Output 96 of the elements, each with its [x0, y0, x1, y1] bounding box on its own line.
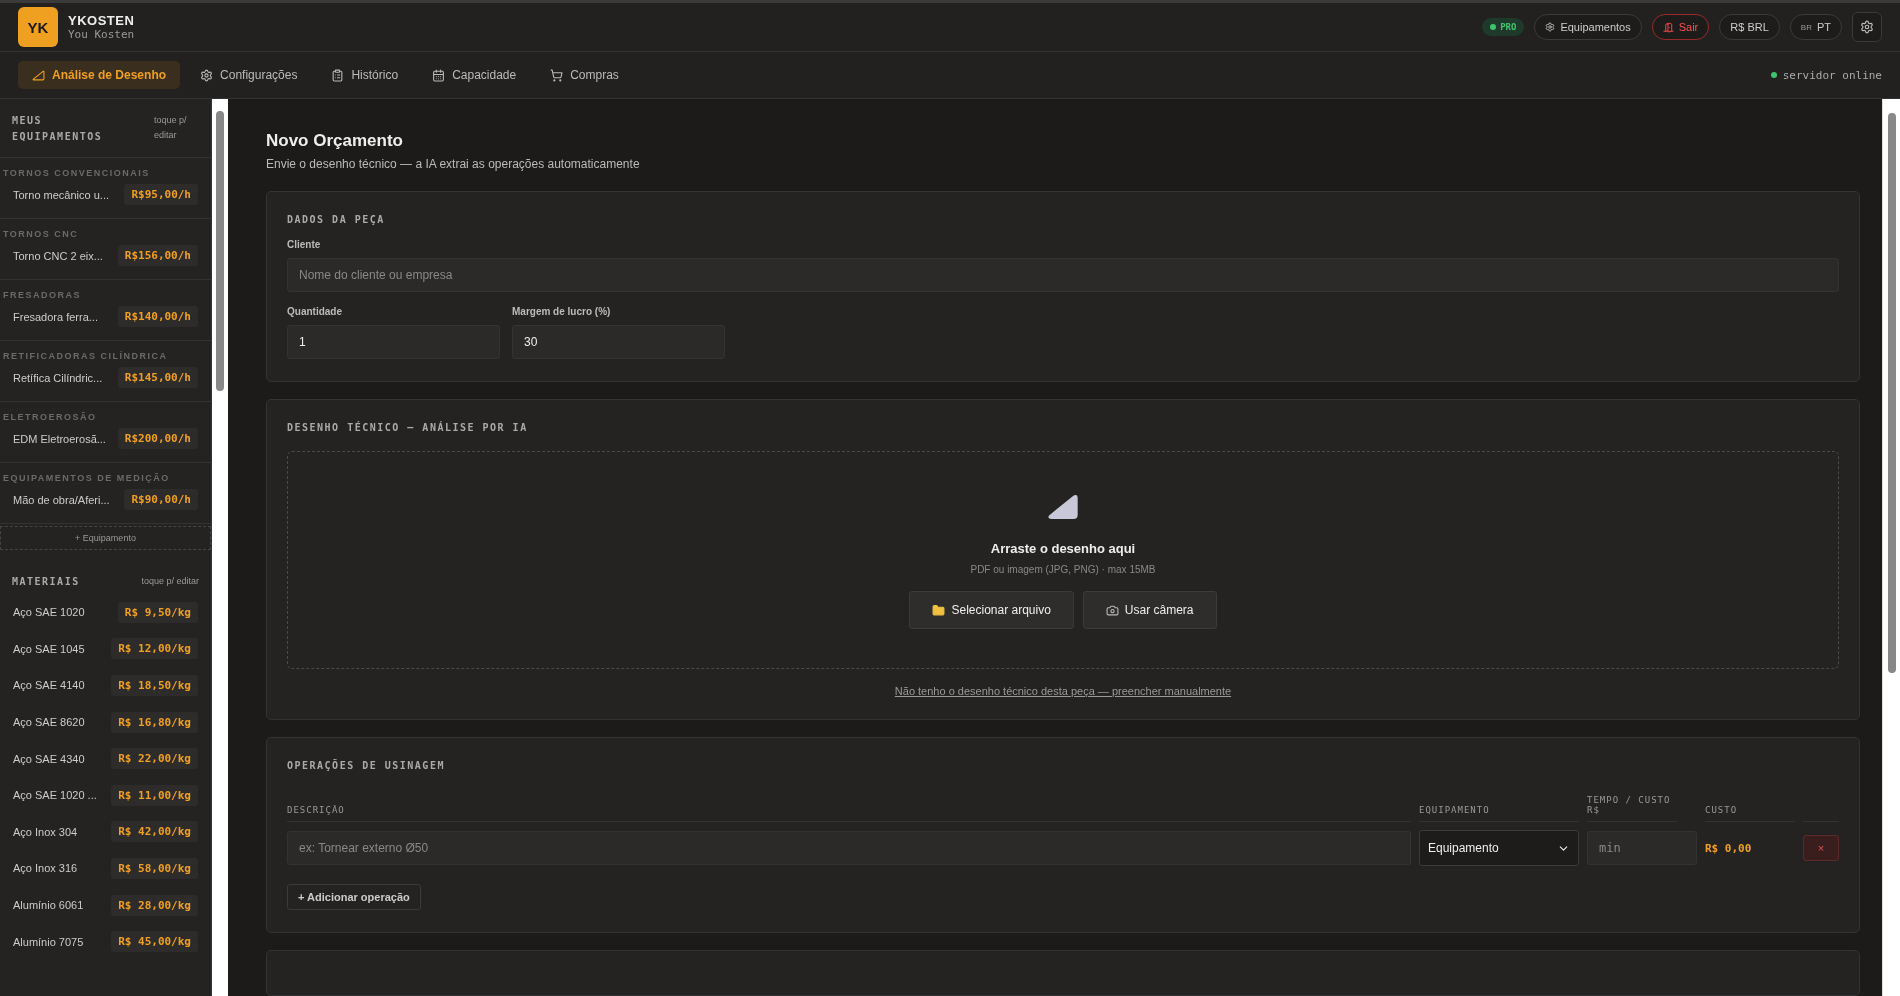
time-field[interactable]: min: [1587, 831, 1697, 865]
material-price[interactable]: R$ 45,00/kg: [111, 931, 198, 953]
sidebar-hint: toque p/ editar: [154, 114, 188, 143]
nav-tab[interactable]: Análise de Desenho: [18, 61, 181, 89]
material-price[interactable]: R$ 12,00/kg: [111, 638, 198, 660]
client-field[interactable]: Nome do cliente ou empresa: [287, 258, 1839, 292]
brand-subtitle: You Kosten: [68, 28, 135, 41]
column-header: DESCRIÇÃO: [287, 795, 1411, 822]
calendar-icon: [432, 68, 446, 82]
material-price[interactable]: R$ 18,50/kg: [111, 675, 198, 696]
clipboard-icon: [331, 68, 345, 82]
material-price[interactable]: R$ 42,00/kg: [111, 821, 198, 843]
currency-button[interactable]: R$ BRL: [1719, 14, 1780, 40]
settings-icon: [1860, 20, 1874, 34]
page-title: Novo Orçamento: [266, 131, 404, 151]
nav-tab[interactable]: Histórico: [317, 61, 413, 89]
nav-tab[interactable]: Compras: [536, 61, 633, 89]
equipment-name[interactable]: EDM Eletroerosã...: [13, 432, 106, 445]
equipment-name[interactable]: Torno mecânico u...: [13, 188, 109, 201]
gear-icon: [1545, 22, 1556, 32]
hourly-rate[interactable]: R$145,00/h: [117, 367, 198, 388]
field-label: Quantidade: [287, 306, 343, 317]
equipment-select[interactable]: Equipamento: [1419, 830, 1579, 866]
operation-cost: R$ 0,00: [1705, 841, 1753, 855]
material-name[interactable]: Aço Inox 304: [13, 825, 78, 838]
category-heading: RETIFICADORAS CILÍNDRICA: [2, 351, 169, 363]
settings-button[interactable]: [1852, 12, 1882, 42]
nav-tab[interactable]: Configurações: [186, 61, 312, 89]
add-operation-button[interactable]: + Adicionar operação: [287, 884, 421, 910]
column-header: CUSTO: [1705, 795, 1795, 822]
description-field[interactable]: ex: Tornear externo Ø50: [287, 831, 1411, 865]
material-price[interactable]: R$ 16,80/kg: [111, 711, 198, 733]
plan-badge: PRO: [1482, 18, 1525, 36]
category-heading: ELETROEROSÃO: [2, 412, 98, 424]
equipment-button[interactable]: Equipamentos: [1534, 14, 1642, 40]
nav-tab[interactable]: Capacidade: [418, 61, 531, 89]
field-label: Margem de lucro (%): [512, 306, 612, 317]
hourly-rate[interactable]: R$156,00/h: [117, 245, 198, 266]
sidebar-scrollbar[interactable]: [216, 111, 224, 391]
category-heading: TORNOS CONVENCIONAIS: [2, 168, 151, 180]
material-name[interactable]: Alumínio 6061: [13, 899, 84, 912]
hourly-rate[interactable]: R$200,00/h: [117, 428, 198, 449]
camera-icon: [1105, 603, 1119, 617]
door-icon: [1662, 21, 1674, 33]
equipment-name[interactable]: Fresadora ferra...: [13, 310, 98, 323]
column-header: EQUIPAMENTO: [1419, 795, 1579, 822]
material-name[interactable]: Aço SAE 4140: [13, 679, 85, 692]
page-scrollbar[interactable]: [1887, 113, 1896, 673]
material-name[interactable]: Aço SAE 1045: [13, 642, 85, 655]
drop-hint: PDF ou imagem (JPG, PNG) · max 15MB: [970, 564, 1156, 575]
material-price[interactable]: R$ 22,00/kg: [111, 748, 198, 770]
language-button[interactable]: BR PT: [1789, 14, 1842, 40]
card-title: DESENHO TÉCNICO — ANÁLISE POR IA: [287, 422, 529, 433]
material-name[interactable]: Aço SAE 1020: [13, 606, 85, 619]
category-heading: FRESADORAS: [2, 290, 82, 302]
field-label: Cliente: [287, 239, 322, 250]
material-name[interactable]: Aço SAE 8620: [13, 716, 85, 729]
material-price[interactable]: R$ 11,00/kg: [111, 784, 198, 806]
logo: YK: [18, 7, 58, 47]
gear-icon: [200, 68, 214, 82]
logout-button[interactable]: Sair: [1651, 14, 1710, 40]
materials-hint: toque p/ editar: [141, 575, 199, 589]
quantity-field[interactable]: 1: [287, 325, 500, 359]
sidebar-title: MEUS EQUIPAMENTOS: [12, 114, 104, 144]
equipment-name[interactable]: Mão de obra/Aferi...: [13, 493, 110, 506]
card-title: DADOS DA PEÇA: [287, 214, 386, 225]
brand-name: YKOSTEN: [68, 13, 135, 28]
material-name[interactable]: Aço SAE 1020 ...: [13, 789, 97, 802]
drop-zone[interactable]: Arraste o desenho aqui PDF ou imagem (JPG, PNG) · max 15MB Selecionar arquivo Usar câmera: [287, 451, 1839, 669]
drop-title: Arraste o desenho aqui: [990, 541, 1136, 556]
material-price[interactable]: R$ 9,50/kg: [117, 601, 198, 623]
manual-entry-link[interactable]: Não tenho o desenho técnico desta peça — preencher manualmente: [287, 685, 1839, 697]
server-status: servidor online: [1770, 68, 1882, 82]
select-file-button[interactable]: Selecionar arquivo: [909, 591, 1074, 629]
add-equipment-button[interactable]: + Equipamento: [0, 526, 211, 550]
material-price[interactable]: R$ 28,00/kg: [111, 894, 198, 916]
folder-icon: [932, 603, 946, 617]
materials-title: MATERIAIS: [12, 575, 81, 589]
card-title: OPERAÇÕES DE USINAGEM: [287, 760, 446, 771]
camera-button[interactable]: Usar câmera: [1082, 591, 1217, 629]
hourly-rate[interactable]: R$140,00/h: [117, 306, 198, 327]
remove-button[interactable]: ×: [1803, 835, 1839, 861]
category-heading: EQUIPAMENTOS DE MEDIÇÃO: [2, 473, 171, 485]
material-price[interactable]: R$ 58,00/kg: [111, 857, 198, 879]
material-name[interactable]: Aço SAE 4340: [13, 752, 85, 765]
equipment-name[interactable]: Retífica Cilíndric...: [13, 371, 103, 384]
column-header: TEMPO / CUSTO R$: [1587, 795, 1677, 822]
cart-icon: [550, 68, 564, 82]
material-name[interactable]: Aço Inox 316: [13, 862, 78, 875]
material-name[interactable]: Alumínio 7075: [13, 935, 84, 948]
hourly-rate[interactable]: R$90,00/h: [124, 489, 198, 510]
equipment-name[interactable]: Torno CNC 2 eix...: [13, 249, 103, 262]
category-heading: TORNOS CNC: [2, 229, 80, 241]
hourly-rate[interactable]: R$95,00/h: [124, 184, 198, 205]
page-subtitle: Envie o desenho técnico — a IA extrai as operações automaticamente: [266, 157, 641, 171]
margin-field[interactable]: 30: [512, 325, 725, 359]
